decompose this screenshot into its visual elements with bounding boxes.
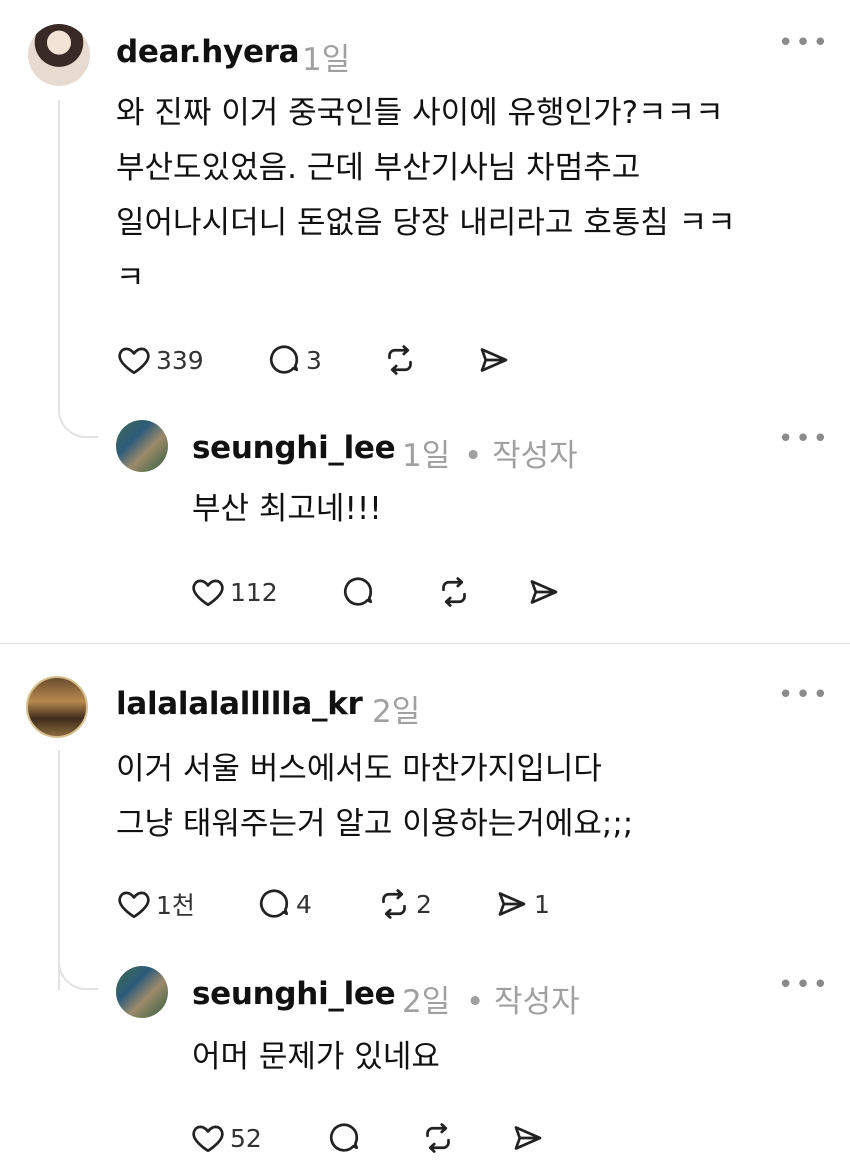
- reply-username[interactable]: seunghi_lee: [192, 430, 396, 466]
- more-options-icon[interactable]: •••: [778, 28, 830, 58]
- speech-bubble-icon: [269, 345, 299, 374]
- author-badge: • 작성자: [464, 438, 578, 474]
- heart-icon: [118, 347, 150, 375]
- like-button[interactable]: 52: [190, 1116, 262, 1160]
- comment-thread: lalalalallllla_kr 2일 ••• 이거 서울 버스에서도 마찬가…: [0, 650, 850, 1176]
- repost-icon: [442, 577, 466, 607]
- like-button[interactable]: 1천: [116, 882, 195, 926]
- speech-bubble-icon: [329, 1123, 359, 1152]
- like-count: 1천: [156, 891, 195, 920]
- avatar[interactable]: [116, 966, 168, 1018]
- share-button[interactable]: 1: [494, 882, 550, 926]
- reply-count: 3: [306, 345, 322, 375]
- thread-connector: [58, 950, 98, 990]
- avatar[interactable]: [116, 420, 168, 472]
- comment-text: 와 진짜 이거 중국인들 사이에 유행인가?ㅋㅋㅋ 부산도있었음. 근데 부산기…: [116, 95, 736, 296]
- reply-username[interactable]: seunghi_lee: [192, 976, 396, 1012]
- like-button[interactable]: 339: [116, 338, 204, 382]
- like-count: 52: [230, 1123, 262, 1153]
- repost-count: 2: [416, 889, 432, 919]
- thread-line: [58, 100, 60, 400]
- reply-timestamp: 2일: [402, 984, 451, 1020]
- more-options-icon[interactable]: •••: [778, 970, 830, 1000]
- comment-thread: dear.hyera 1일 ••• 와 진짜 이거 중국인들 사이에 유행인가?…: [0, 0, 850, 640]
- comment-actions: 339 3: [116, 338, 716, 382]
- avatar[interactable]: [28, 24, 90, 86]
- timestamp: 1일: [302, 42, 351, 78]
- heart-icon: [192, 1125, 224, 1153]
- reply-button[interactable]: [326, 1116, 362, 1160]
- like-count: 112: [230, 577, 278, 607]
- send-icon: [530, 580, 558, 604]
- repost-button[interactable]: 2: [376, 882, 432, 926]
- repost-icon: [382, 889, 406, 919]
- share-button[interactable]: [476, 338, 512, 382]
- reply-text: 어머 문제가 있네요: [192, 1039, 440, 1075]
- share-count: 1: [534, 889, 550, 919]
- author-badge: • 작성자: [466, 984, 580, 1020]
- timestamp: 2일: [372, 694, 421, 730]
- username[interactable]: lalalalallllla_kr: [116, 686, 363, 722]
- comment-text: 이거 서울 버스에서도 마찬가지입니다 그냥 태워주는거 알고 이용하는거에요;…: [116, 751, 634, 842]
- thread-divider: [0, 643, 850, 644]
- more-options-icon[interactable]: •••: [778, 424, 830, 454]
- send-icon: [514, 1126, 542, 1150]
- repost-button[interactable]: [420, 1116, 456, 1160]
- more-options-icon[interactable]: •••: [778, 680, 830, 710]
- reply-button[interactable]: 3: [266, 338, 322, 382]
- reply-timestamp: 1일: [402, 438, 451, 474]
- like-button[interactable]: 112: [190, 570, 278, 614]
- share-button[interactable]: [526, 570, 562, 614]
- share-button[interactable]: [510, 1116, 546, 1160]
- like-count: 339: [156, 345, 204, 375]
- speech-bubble-icon: [343, 577, 373, 606]
- reply-button[interactable]: [340, 570, 376, 614]
- repost-button[interactable]: [382, 338, 418, 382]
- reply-actions: 52: [190, 1116, 690, 1160]
- heart-icon: [192, 579, 224, 607]
- repost-icon: [426, 1123, 450, 1153]
- username[interactable]: dear.hyera: [116, 34, 300, 70]
- thread-connector: [58, 398, 98, 438]
- heart-icon: [118, 891, 150, 919]
- avatar[interactable]: [26, 676, 88, 738]
- reply-button[interactable]: 4: [256, 882, 312, 926]
- repost-button[interactable]: [436, 570, 472, 614]
- speech-bubble-icon: [259, 889, 289, 918]
- reply-count: 4: [296, 889, 312, 919]
- send-icon: [498, 892, 526, 916]
- reply-actions: 112: [190, 570, 690, 614]
- comment-actions: 1천 4 2 1: [116, 882, 716, 926]
- reply-text: 부산 최고네!!!: [192, 491, 382, 527]
- repost-icon: [388, 345, 412, 375]
- send-icon: [480, 348, 508, 372]
